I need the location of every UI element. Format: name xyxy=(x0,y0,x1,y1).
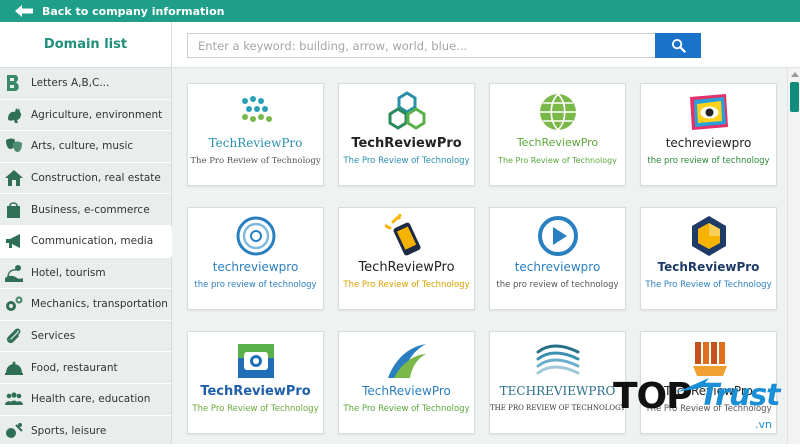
eye-frame-icon xyxy=(641,92,776,132)
logo-brand-name: TechReviewPro xyxy=(657,260,760,274)
logo-card[interactable]: TechReviewPro The Pro Review of Technolog… xyxy=(338,207,475,310)
sidebar-item-services[interactable]: Services xyxy=(0,321,171,353)
sidebar-item-arts-culture-music[interactable]: Arts, culture, music xyxy=(0,131,171,163)
toptrust-watermark: TOP Trust .vn xyxy=(613,372,800,444)
sidebar-item-hotel-tourism[interactable]: Hotel, tourism xyxy=(0,258,171,290)
waves-icon xyxy=(490,340,625,380)
sidebar-item-label: Sports, leisure xyxy=(31,424,107,437)
top-bar: Back to company information xyxy=(0,0,800,22)
sidebar-item-label: Agriculture, environment xyxy=(31,108,163,121)
logo-card[interactable]: TechReviewPro The Pro Review of Technolog… xyxy=(640,207,777,310)
logo-brand-name: TechReviewPro xyxy=(200,384,311,399)
logo-brand-name: techreviewpro xyxy=(514,260,601,274)
hexagon-badge-icon xyxy=(641,216,776,256)
logo-card[interactable]: techreviewpro the pro review of technolog… xyxy=(489,207,626,310)
house-icon xyxy=(3,167,25,189)
logo-card[interactable]: TechReviewPro The Pro Review of Technolog… xyxy=(338,83,475,186)
search-icon xyxy=(671,38,686,53)
camera-icon xyxy=(188,340,323,380)
sidebar-item-label: Health care, education xyxy=(31,393,151,406)
sidebar-item-food-restaurant[interactable]: Food, restaurant xyxy=(0,352,171,384)
domain-list: Letters A,B,C... Agriculture, environment… xyxy=(0,68,180,447)
letter-b-icon xyxy=(3,72,25,94)
back-to-company-button[interactable]: Back to company information xyxy=(0,0,224,22)
sidebar-item-label: Hotel, tourism xyxy=(31,266,106,279)
logo-brand-name: TechReviewPro xyxy=(516,136,599,149)
people-icon xyxy=(3,388,25,410)
sidebar-item-mechanics-transportation[interactable]: Mechanics, transportation xyxy=(0,289,171,321)
logo-tagline: The Pro Review of Technology xyxy=(192,404,319,414)
paperclip-icon xyxy=(3,325,25,347)
logo-tagline: The Pro Review of Technology xyxy=(645,280,772,290)
sidebar-item-label: Construction, real estate xyxy=(31,172,161,185)
watermark-vn: .vn xyxy=(755,418,772,431)
sidebar-item-label: Communication, media xyxy=(31,235,154,248)
sidebar-item-health-care-education[interactable]: Health care, education xyxy=(0,384,171,416)
shopping-bag-icon xyxy=(3,199,25,221)
hexagon-links-icon xyxy=(339,91,474,132)
sports-icon xyxy=(3,420,25,442)
logo-brand-name: TechReviewPro xyxy=(358,260,455,275)
logo-card[interactable]: TechReviewPro The Pro Review of Technolog… xyxy=(338,331,475,434)
swoosh-icon xyxy=(339,340,474,380)
logo-brand-name: techreviewpro xyxy=(665,136,752,150)
sidebar-item-label: Mechanics, transportation xyxy=(31,298,168,311)
logo-brand-name: TECHREVIEWPRO xyxy=(499,384,616,398)
logo-brand-name: techreviewpro xyxy=(212,260,299,274)
logo-card[interactable]: TechReviewPro The Pro Review of Technolog… xyxy=(489,83,626,186)
sidebar-item-agriculture-environment[interactable]: Agriculture, environment xyxy=(0,100,171,132)
search-button[interactable] xyxy=(655,33,701,58)
logo-tagline: The Pro Review of Technology xyxy=(343,404,470,414)
logo-tagline: the pro review of technology xyxy=(194,280,317,290)
play-button-icon xyxy=(490,216,625,256)
logo-tagline: The Pro Review of Technology xyxy=(343,156,470,166)
logo-card[interactable]: TECHREVIEWPRO THE PRO REVIEW OF TECHNOLOG… xyxy=(489,331,626,434)
phone-icon xyxy=(339,214,474,256)
logo-brand-name: TechReviewPro xyxy=(362,384,451,398)
logo-brand-name: TechReviewPro xyxy=(208,136,303,150)
back-label: Back to company information xyxy=(42,4,225,18)
scroll-up-arrow[interactable] xyxy=(791,72,799,77)
sidebar-item-sports-leisure[interactable]: Sports, leisure xyxy=(0,416,171,447)
search-bar xyxy=(172,22,800,68)
search-input[interactable] xyxy=(187,33,655,58)
logo-card[interactable]: techreviewpro the pro review of technolog… xyxy=(640,83,777,186)
cloche-icon xyxy=(3,357,25,379)
sidebar-item-communication-media[interactable]: Communication, media xyxy=(0,225,180,258)
sidebar-item-label: Food, restaurant xyxy=(31,361,118,374)
logo-tagline: the pro review of technology xyxy=(647,156,770,166)
logo-card[interactable]: TechReviewPro The Pro Review of Technolog… xyxy=(187,83,324,186)
back-arrow-icon xyxy=(15,5,33,17)
logo-tagline: The Pro Review of Technology xyxy=(343,280,470,290)
spiral-icon xyxy=(188,216,323,256)
rooster-icon xyxy=(3,104,25,126)
megaphone-icon xyxy=(3,230,25,252)
logo-card[interactable]: TechReviewPro The Pro Review of Technolog… xyxy=(187,331,324,434)
logo-tagline: The Pro Review of Technology xyxy=(190,156,321,166)
scroll-thumb[interactable] xyxy=(790,82,799,112)
gears-icon xyxy=(3,293,25,315)
beach-icon xyxy=(3,262,25,284)
sidebar-title: Domain list xyxy=(0,22,171,68)
logo-tagline: the pro review of technology xyxy=(496,280,619,290)
watermark-trust: Trust xyxy=(699,378,781,413)
sidebar-item-label: Business, e-commerce xyxy=(31,203,150,216)
sidebar-item-label: Letters A,B,C... xyxy=(31,77,110,90)
sidebar-item-label: Services xyxy=(31,330,76,343)
logo-tagline: THE PRO REVIEW OF TECHNOLOGY xyxy=(490,404,626,412)
sidebar-item-label: Arts, culture, music xyxy=(31,140,134,153)
dots-cluster-icon xyxy=(188,92,323,132)
sidebar-item-business-e-commerce[interactable]: Business, e-commerce xyxy=(0,194,171,226)
theater-masks-icon xyxy=(3,135,25,157)
sidebar-item-letters-a-b-c[interactable]: Letters A,B,C... xyxy=(0,68,171,100)
logo-brand-name: TechReviewPro xyxy=(351,136,462,151)
logo-tagline: The Pro Review of Technology xyxy=(498,156,617,165)
logo-card[interactable]: techreviewpro the pro review of technolog… xyxy=(187,207,324,310)
sidebar-item-construction-real-estate[interactable]: Construction, real estate xyxy=(0,163,171,195)
domain-sidebar: Domain list Letters A,B,C... Agriculture,… xyxy=(0,22,180,447)
green-globe-icon xyxy=(490,92,625,132)
